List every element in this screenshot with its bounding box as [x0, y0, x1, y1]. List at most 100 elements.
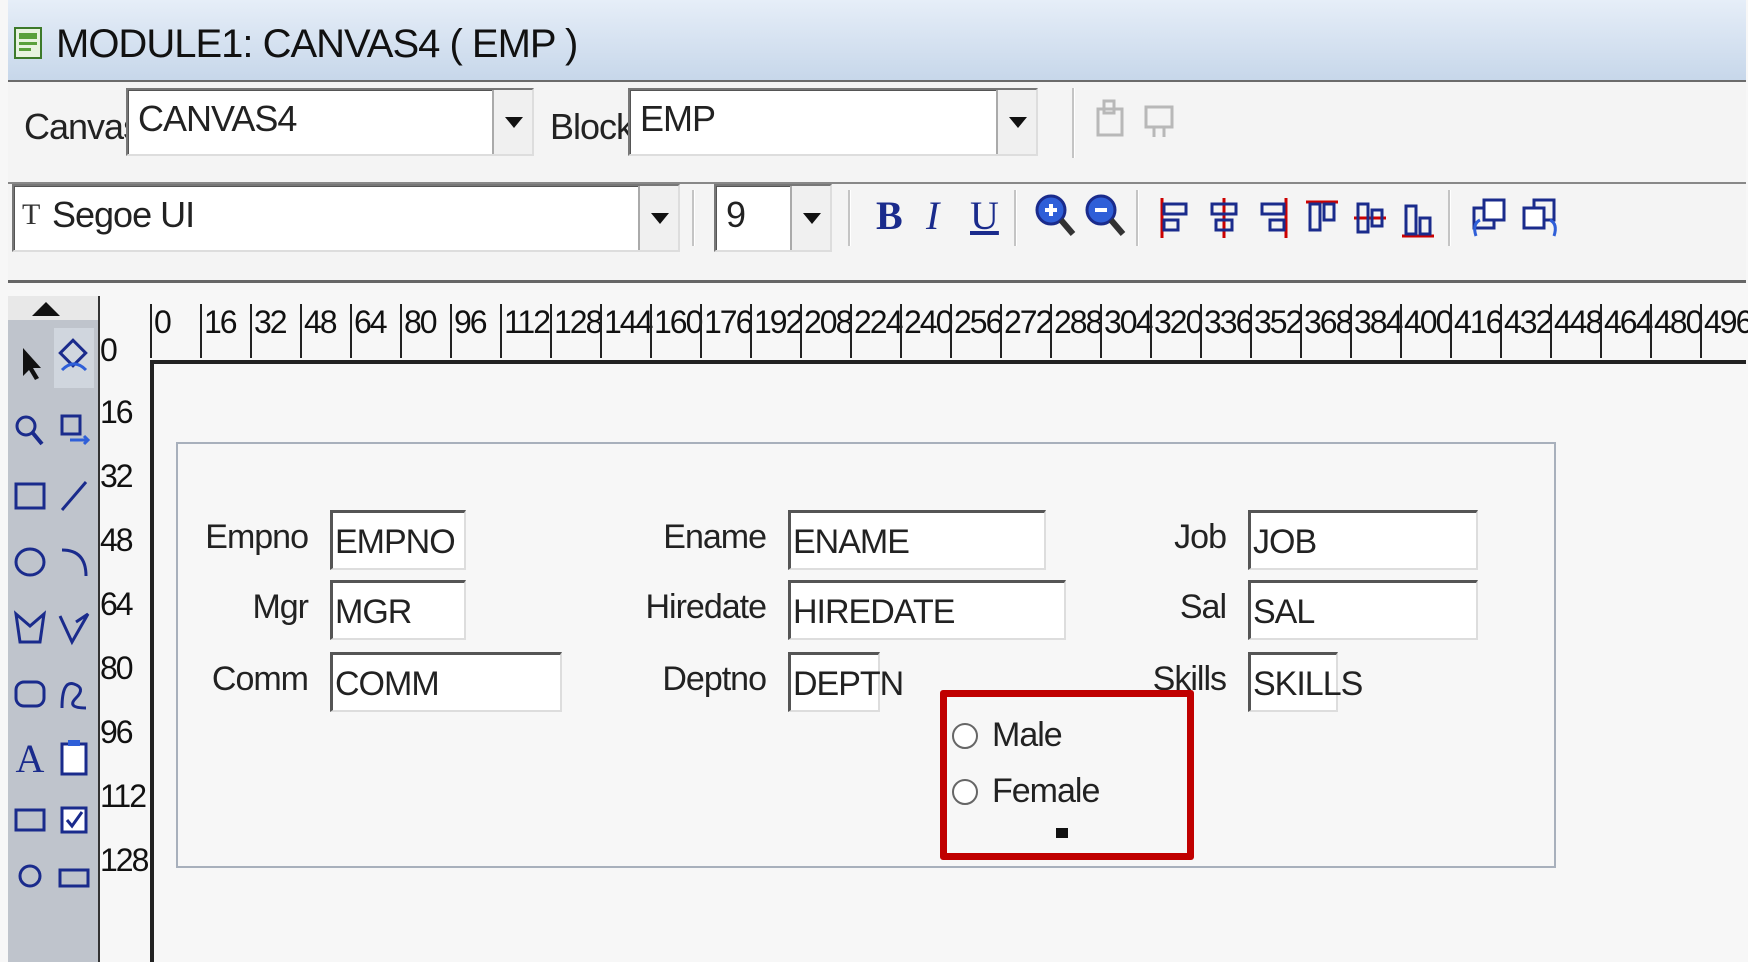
empno-label: Empno [205, 518, 309, 556]
radio-tool[interactable] [10, 852, 50, 892]
horizontal-ruler: 0 16 32 48 64 80 96 112 128 144 160 176 192 208 224 240… [150, 296, 1748, 364]
bring-to-front-icon[interactable] [1468, 192, 1512, 244]
horizontal-ruler-tick: 288 [1050, 304, 1103, 358]
arc-icon [61, 548, 88, 577]
mgr-field[interactable]: MGR [330, 580, 466, 640]
comm-label: Comm [211, 660, 309, 698]
align-right-icon[interactable] [1254, 192, 1294, 244]
canvas-select[interactable]: CANVAS4 [126, 88, 534, 156]
chevron-down-icon [651, 213, 669, 224]
vertical-ruler-tick: 0 [100, 332, 118, 368]
toolbar-separator [848, 190, 851, 246]
align-left-icon[interactable] [1154, 192, 1194, 244]
zoom-tool[interactable] [10, 400, 50, 460]
radio-male-label: Male [992, 716, 1063, 754]
canvas-select-value: CANVAS4 [138, 98, 297, 139]
rectangle-tool[interactable] [10, 466, 50, 526]
frame-icon [60, 740, 88, 776]
font-size-dropdown-button[interactable] [790, 186, 830, 250]
vertical-ruler-tick: 32 [100, 458, 134, 494]
polygon-tool[interactable] [10, 598, 50, 658]
rounded-rectangle-icon [14, 680, 46, 708]
skills-field-text: SKILLS [1253, 665, 1363, 703]
freehand-tool[interactable] [54, 664, 94, 724]
underline-button[interactable]: U [970, 192, 999, 239]
polyline-tool[interactable] [54, 598, 94, 658]
horizontal-ruler-tick: 368 [1300, 304, 1353, 358]
canvas-dropdown-button[interactable] [492, 90, 532, 154]
horizontal-ruler-tick: 16 [200, 304, 238, 358]
window-title: MODULE1: CANVAS4 ( EMP ) [56, 22, 578, 66]
skills-field[interactable]: SKILLS [1248, 652, 1363, 712]
font-size-value: 9 [726, 194, 746, 235]
horizontal-ruler-tick: 160 [650, 304, 703, 358]
font-name-dropdown-button[interactable] [638, 186, 678, 250]
block-select[interactable]: EMP [628, 88, 1038, 156]
align-middle-icon[interactable] [1350, 192, 1390, 244]
mgr-label: Mgr [252, 588, 309, 626]
palette-scroll-up[interactable] [8, 296, 98, 320]
toolbar-separator [1014, 190, 1017, 246]
align-center-icon[interactable] [1204, 192, 1244, 244]
zoom-in-icon[interactable] [1032, 188, 1078, 244]
radio-icon [18, 864, 42, 888]
radio-female[interactable]: Female [952, 772, 1100, 811]
horizontal-ruler-tick: 128 [550, 304, 603, 358]
text-tool[interactable]: A [10, 728, 50, 788]
horizontal-ruler-tick: 384 [1350, 304, 1403, 358]
horizontal-ruler-tick: 112 [500, 304, 551, 358]
hiredate-field[interactable]: HIREDATE [788, 580, 1066, 640]
bold-button[interactable]: B [876, 192, 903, 239]
horizontal-ruler-tick: 224 [850, 304, 903, 358]
align-bottom-icon[interactable] [1398, 192, 1438, 244]
line-tool[interactable] [54, 466, 94, 526]
font-size-select[interactable]: 9 [714, 184, 832, 252]
horizontal-ruler-tick: 144 [600, 304, 653, 358]
italic-button[interactable]: I [926, 192, 939, 239]
align-top-icon[interactable] [1302, 192, 1342, 244]
button-tool[interactable] [10, 790, 50, 850]
reshape-tool[interactable] [54, 400, 94, 460]
ellipse-tool[interactable] [10, 532, 50, 592]
job-label: Job [1174, 518, 1227, 556]
font-toolbar: T Segoe UI 9 B I U [8, 184, 1746, 283]
vertical-ruler-tick: 128 [100, 842, 149, 878]
rounded-rectangle-tool[interactable] [10, 664, 50, 724]
horizontal-ruler-tick: 240 [900, 304, 953, 358]
truetype-font-icon: T [22, 198, 40, 231]
sal-field[interactable]: SAL [1248, 580, 1478, 640]
stacked-canvas-icon[interactable] [1138, 94, 1182, 144]
font-name-value: Segoe UI [52, 194, 195, 235]
zoom-out-icon[interactable] [1082, 188, 1128, 244]
magic-tool[interactable] [54, 328, 94, 388]
block-dropdown-button[interactable] [996, 90, 1036, 154]
comm-field[interactable]: COMM [330, 652, 562, 712]
horizontal-ruler-tick: 208 [800, 304, 853, 358]
horizontal-ruler-tick: 352 [1250, 304, 1303, 358]
canvas-block-toolbar: Canvas: CANVAS4 Block: EMP [8, 82, 1746, 184]
ellipse-icon [14, 547, 46, 577]
mgr-field-text: MGR [335, 593, 412, 631]
tab-page-icon[interactable] [1092, 94, 1132, 144]
reshape-icon [60, 414, 91, 446]
text-tool-icon: A [15, 735, 45, 781]
form-builder-app-icon [14, 27, 42, 59]
empno-field[interactable]: EMPNO [330, 510, 466, 570]
job-field[interactable]: JOB [1248, 510, 1478, 570]
frame-tool[interactable] [54, 728, 94, 788]
deptno-field[interactable]: DEPTN [788, 652, 904, 712]
radio-male[interactable]: Male [952, 716, 1063, 755]
list-tool[interactable] [54, 852, 94, 892]
select-tool[interactable] [10, 334, 50, 394]
sal-field-text: SAL [1253, 593, 1315, 631]
horizontal-ruler-tick: 80 [400, 304, 438, 358]
font-name-select[interactable]: T Segoe UI [12, 184, 680, 252]
checkbox-tool[interactable] [54, 790, 94, 850]
selection-handle[interactable] [1056, 828, 1068, 838]
send-to-back-icon[interactable] [1518, 192, 1562, 244]
pointer-icon [23, 348, 41, 380]
vertical-ruler-tick: 16 [100, 394, 134, 430]
arc-tool[interactable] [54, 532, 94, 592]
vertical-ruler-tick: 112 [100, 778, 147, 814]
ename-field[interactable]: ENAME [788, 510, 1046, 570]
